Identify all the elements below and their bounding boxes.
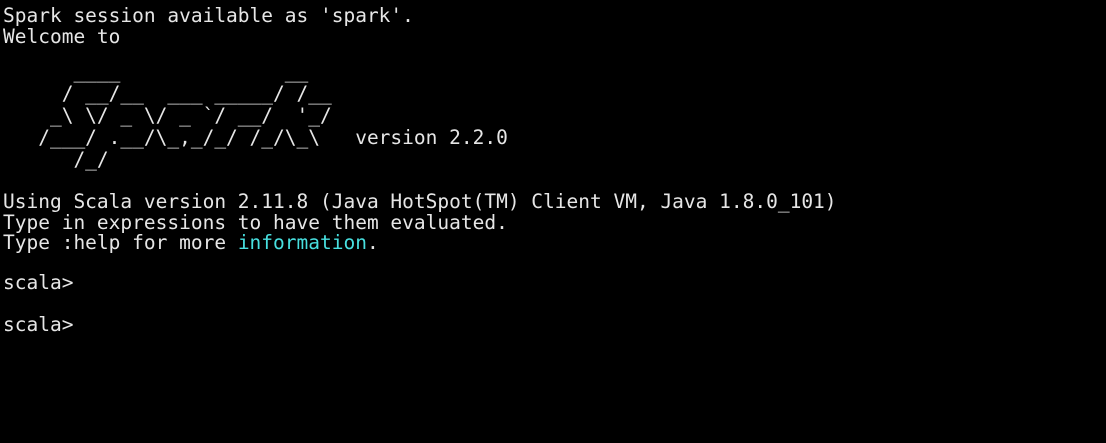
- banner-line: /_/: [3, 148, 109, 172]
- banner-line: /___/ .__/\_,_/_/ /_/\_\ version 2.2.0: [3, 126, 508, 150]
- eval-info-line: Type in expressions to have them evaluat…: [3, 210, 508, 234]
- help-line: Type :help for more information.: [3, 233, 1106, 254]
- scala-prompt[interactable]: scala>: [3, 312, 1106, 338]
- scala-version-line: Using Scala version 2.11.8 (Java HotSpot…: [3, 190, 837, 214]
- terminal-window[interactable]: Spark session available as 'spark'. Welc…: [0, 0, 1106, 443]
- welcome-line: Welcome to: [3, 24, 121, 48]
- help-suffix: .: [366, 231, 379, 255]
- session-line: Spark session available as 'spark'.: [3, 4, 414, 27]
- banner-line: _\ \/ _ \/ _ `/ __/ '_/: [3, 104, 332, 128]
- scala-prompt[interactable]: scala>: [3, 270, 1106, 296]
- help-prefix: Type :help for more: [3, 231, 238, 255]
- spark-banner: ____ __ / __/__ ___ _____/ /__ _\ \/ _ \…: [3, 61, 1106, 171]
- help-highlight-word: information: [237, 231, 367, 255]
- banner-line: / __/__ ___ _____/ /__: [3, 82, 332, 106]
- banner-line: ____ __: [3, 60, 309, 84]
